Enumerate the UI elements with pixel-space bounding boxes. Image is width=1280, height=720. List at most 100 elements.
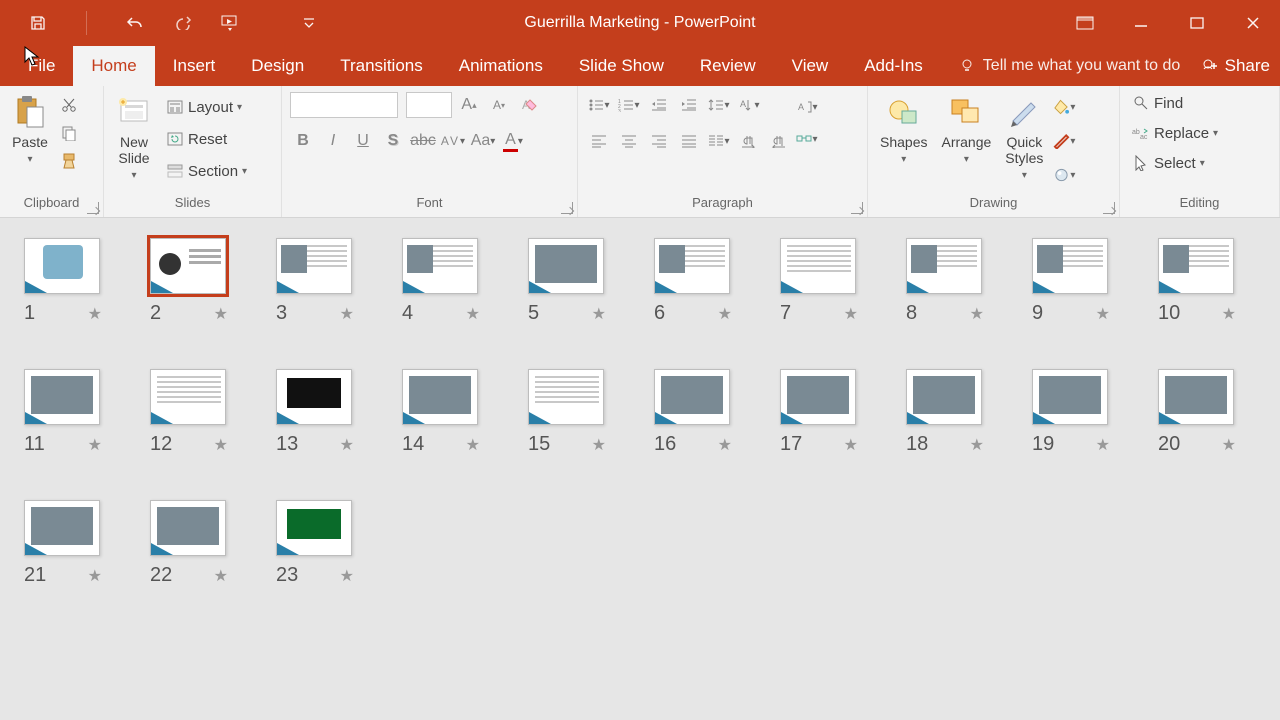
change-case-button[interactable]: Aa▾	[470, 128, 496, 154]
ltr-button[interactable]	[736, 128, 762, 154]
slide-number: 1	[24, 302, 35, 325]
slide-thumbnail-9[interactable]: 9★	[1032, 238, 1110, 325]
slide-thumbnail-10[interactable]: 10★	[1158, 238, 1236, 325]
font-size-combo[interactable]	[406, 92, 452, 118]
slide-thumbnail-16[interactable]: 16★	[654, 369, 732, 456]
font-name-combo[interactable]	[290, 92, 398, 118]
slide-thumbnail-23[interactable]: 23★	[276, 500, 354, 587]
lightbulb-icon	[959, 58, 975, 74]
find-button[interactable]: Find	[1128, 92, 1187, 114]
bullets-button[interactable]: ▾	[586, 92, 612, 118]
align-center-button[interactable]	[616, 128, 642, 154]
close-icon[interactable]	[1240, 10, 1266, 36]
shapes-button[interactable]: Shapes▾	[876, 92, 931, 168]
tab-transitions[interactable]: Transitions	[322, 46, 441, 86]
layout-button[interactable]: Layout ▾	[162, 96, 251, 118]
slide-thumbnail-21[interactable]: 21★	[24, 500, 102, 587]
cut-button[interactable]	[58, 94, 80, 116]
dialog-launcher-icon[interactable]	[561, 202, 573, 214]
clear-formatting-button[interactable]: A	[516, 92, 542, 118]
paste-button[interactable]: Paste ▾	[8, 92, 52, 168]
columns-button[interactable]: ▾	[706, 128, 732, 154]
tab-slideshow[interactable]: Slide Show	[561, 46, 682, 86]
slide-thumbnail-18[interactable]: 18★	[906, 369, 984, 456]
tab-file[interactable]: File	[10, 46, 73, 86]
new-slide-button[interactable]: New Slide▾	[112, 92, 156, 184]
font-color-button[interactable]: A▾	[500, 128, 526, 154]
tab-design[interactable]: Design	[233, 46, 322, 86]
slide-thumbnail-12[interactable]: 12★	[150, 369, 228, 456]
slide-thumbnail-15[interactable]: 15★	[528, 369, 606, 456]
align-left-button[interactable]	[586, 128, 612, 154]
group-label-editing: Editing	[1120, 195, 1279, 217]
bold-button[interactable]: B	[290, 128, 316, 154]
copy-button[interactable]	[58, 122, 80, 144]
slide-sorter-view[interactable]: 1★ 2★ 3★ 4★ 5★ 6★ 7★ 8★ 9★ 10★ 11★ 12★ 13★ 14★ 15★ 16★ 1…	[0, 218, 1280, 720]
maximize-icon[interactable]	[1184, 10, 1210, 36]
slide-thumbnail-11[interactable]: 11★	[24, 369, 102, 456]
numbering-button[interactable]: 123▾	[616, 92, 642, 118]
dialog-launcher-icon[interactable]	[851, 202, 863, 214]
decrease-indent-button[interactable]	[646, 92, 672, 118]
ribbon-display-options-icon[interactable]	[1072, 10, 1098, 36]
slide-thumbnail-5[interactable]: 5★	[528, 238, 606, 325]
dialog-launcher-icon[interactable]	[87, 202, 99, 214]
slide-thumbnail-7[interactable]: 7★	[780, 238, 858, 325]
line-spacing-button[interactable]: ▾	[706, 92, 732, 118]
tab-insert[interactable]: Insert	[155, 46, 234, 86]
format-painter-button[interactable]	[58, 150, 80, 172]
start-from-beginning-icon[interactable]	[221, 14, 241, 32]
decrease-font-button[interactable]: A▾	[486, 92, 512, 118]
dialog-launcher-icon[interactable]	[1103, 202, 1115, 214]
slide-thumbnail-6[interactable]: 6★	[654, 238, 732, 325]
align-right-button[interactable]	[646, 128, 672, 154]
slide-thumbnail-4[interactable]: 4★	[402, 238, 480, 325]
quick-styles-button[interactable]: Quick Styles▾	[1001, 92, 1047, 184]
increase-indent-button[interactable]	[676, 92, 702, 118]
align-text-button[interactable]: A▾	[796, 94, 818, 120]
slide-thumbnail-2[interactable]: 2★	[150, 238, 228, 325]
select-button[interactable]: Select ▾	[1128, 152, 1209, 174]
tab-review[interactable]: Review	[682, 46, 774, 86]
slide-number: 8	[906, 302, 917, 325]
strikethrough-button[interactable]: abc	[410, 128, 436, 154]
slide-thumbnail-19[interactable]: 19★	[1032, 369, 1110, 456]
text-direction-button[interactable]: A▾	[736, 92, 762, 118]
fill-icon	[1053, 99, 1070, 115]
save-icon[interactable]	[28, 14, 48, 32]
tab-view[interactable]: View	[774, 46, 847, 86]
section-button[interactable]: Section ▾	[162, 160, 251, 182]
slide-thumbnail-17[interactable]: 17★	[780, 369, 858, 456]
slide-thumbnail-14[interactable]: 14★	[402, 369, 480, 456]
shape-fill-button[interactable]: ▾	[1053, 96, 1075, 118]
replace-button[interactable]: abacReplace ▾	[1128, 122, 1222, 144]
share-button[interactable]: Share	[1191, 46, 1280, 86]
tell-me-search[interactable]: Tell me what you want to do	[959, 46, 1191, 86]
shape-outline-button[interactable]: ▾	[1053, 130, 1075, 152]
tab-home[interactable]: Home	[73, 46, 154, 86]
arrange-button[interactable]: Arrange▾	[937, 92, 995, 168]
smartart-button[interactable]: ▾	[796, 126, 818, 152]
qat-customize-icon[interactable]	[299, 14, 319, 32]
slide-thumbnail-8[interactable]: 8★	[906, 238, 984, 325]
underline-button[interactable]: U	[350, 128, 376, 154]
minimize-icon[interactable]	[1128, 10, 1154, 36]
slide-thumbnail-13[interactable]: 13★	[276, 369, 354, 456]
tab-animations[interactable]: Animations	[441, 46, 561, 86]
slide-thumbnail-20[interactable]: 20★	[1158, 369, 1236, 456]
increase-font-button[interactable]: A▴	[456, 92, 482, 118]
slide-number: 20	[1158, 433, 1180, 456]
reset-button[interactable]: Reset	[162, 128, 251, 150]
shape-effects-button[interactable]: ▾	[1053, 164, 1075, 186]
char-spacing-button[interactable]: AV▾	[440, 128, 466, 154]
justify-button[interactable]	[676, 128, 702, 154]
slide-thumbnail-1[interactable]: 1★	[24, 238, 102, 325]
slide-thumbnail-3[interactable]: 3★	[276, 238, 354, 325]
italic-button[interactable]: I	[320, 128, 346, 154]
slide-thumbnail-22[interactable]: 22★	[150, 500, 228, 587]
undo-icon[interactable]	[125, 14, 145, 32]
rtl-button[interactable]	[766, 128, 792, 154]
redo-icon[interactable]	[173, 14, 193, 32]
tab-addins[interactable]: Add-Ins	[846, 46, 941, 86]
shadow-button[interactable]: S	[380, 128, 406, 154]
